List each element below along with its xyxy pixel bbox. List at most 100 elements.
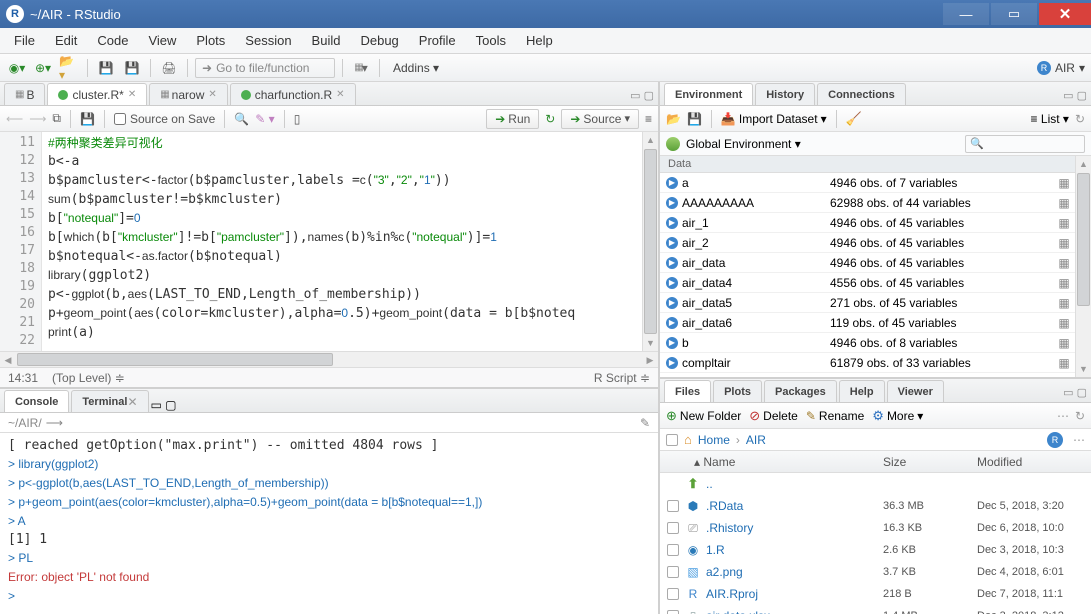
menu-debug[interactable]: Debug: [352, 30, 406, 51]
save-file-icon[interactable]: 💾: [80, 112, 95, 126]
back-icon[interactable]: ⟵: [6, 112, 23, 126]
file-checkbox[interactable]: [667, 544, 679, 556]
load-workspace-icon[interactable]: 📂: [666, 112, 681, 126]
files-tab[interactable]: Viewer: [887, 380, 944, 402]
menu-session[interactable]: Session: [237, 30, 299, 51]
expand-icon[interactable]: ▶: [666, 237, 678, 249]
file-row[interactable]: RAIR.Rproj218 BDec 7, 2018, 11:1: [660, 583, 1091, 605]
save-button[interactable]: 💾: [95, 58, 117, 78]
file-row[interactable]: ⬢.RData36.3 MBDec 5, 2018, 3:20: [660, 495, 1091, 517]
show-in-new-window-icon[interactable]: ⧉: [52, 111, 61, 126]
code-editor[interactable]: 11 12 13 14 15 16 17 18 19 20 21 22 #两种聚…: [0, 132, 658, 351]
new-project-button[interactable]: ⊕▾: [32, 58, 54, 78]
pane-window-controls[interactable]: ▭ ▢: [151, 398, 177, 412]
console-tab[interactable]: Terminal ✕: [71, 390, 148, 412]
files-tab[interactable]: Plots: [713, 380, 762, 402]
view-data-icon[interactable]: ▦: [1053, 256, 1075, 270]
view-data-icon[interactable]: ▦: [1053, 276, 1075, 290]
pane-window-controls[interactable]: ▭ ▢: [1063, 386, 1087, 402]
env-row[interactable]: ▶air_data5271 obs. of 45 variables▦: [660, 293, 1075, 313]
expand-icon[interactable]: ▶: [666, 197, 678, 209]
print-button[interactable]: 🖨: [158, 58, 180, 78]
editor-tab[interactable]: ▦narow✕: [149, 83, 228, 105]
files-tab[interactable]: Help: [839, 380, 885, 402]
pane-window-controls[interactable]: ▭ ▢: [1063, 89, 1087, 105]
code-body[interactable]: #两种聚类差异可视化 b<-a b$pamcluster<-factor(b$p…: [42, 132, 642, 351]
view-data-icon[interactable]: ▦: [1053, 336, 1075, 350]
code-tools-icon[interactable]: ✎ ▾: [255, 112, 274, 126]
find-replace-icon[interactable]: 🔍: [234, 112, 249, 126]
clear-console-icon[interactable]: ✎: [640, 416, 650, 430]
file-row[interactable]: ▯air data.xlsx1.4 MBDec 3, 2018, 3:12: [660, 605, 1091, 614]
close-tab-icon[interactable]: ✕: [208, 89, 216, 100]
close-tab-icon[interactable]: ✕: [336, 89, 344, 100]
source-on-save-check[interactable]: Source on Save: [114, 112, 215, 126]
menu-view[interactable]: View: [140, 30, 184, 51]
forward-icon[interactable]: ⟶: [29, 112, 46, 126]
run-button[interactable]: ➔Run: [486, 109, 539, 129]
expand-icon[interactable]: ▶: [666, 297, 678, 309]
import-dataset-button[interactable]: 📥 Import Dataset ▾: [721, 112, 827, 126]
view-data-icon[interactable]: ▦: [1053, 216, 1075, 230]
go-to-file-input[interactable]: ➜Go to file/function: [195, 58, 335, 78]
browse-dir-icon[interactable]: ⟶: [46, 416, 63, 430]
env-row[interactable]: ▶air_data6119 obs. of 45 variables▦: [660, 313, 1075, 333]
more-files-button[interactable]: ⚙More ▾: [872, 408, 923, 424]
refresh-env-icon[interactable]: ↻: [1075, 112, 1085, 126]
env-row[interactable]: ▶air_24946 obs. of 45 variables▦: [660, 233, 1075, 253]
delete-file-button[interactable]: ⊘Delete: [749, 408, 798, 424]
expand-icon[interactable]: ▶: [666, 317, 678, 329]
file-row[interactable]: ▧a2.png3.7 KBDec 4, 2018, 6:01: [660, 561, 1091, 583]
files-tab[interactable]: Files: [664, 380, 711, 402]
menu-edit[interactable]: Edit: [47, 30, 85, 51]
new-file-button[interactable]: ◉▾: [6, 58, 28, 78]
env-search-input[interactable]: 🔍: [965, 135, 1085, 153]
console-output[interactable]: [ reached getOption("max.print") -- omit…: [0, 433, 658, 614]
env-view-mode[interactable]: ≡ List ▾: [1031, 112, 1069, 126]
save-all-button[interactable]: 💾: [121, 58, 143, 78]
editor-tab[interactable]: ▦B: [4, 83, 45, 105]
save-workspace-icon[interactable]: 💾: [687, 112, 702, 126]
window-close[interactable]: ✕: [1039, 3, 1091, 25]
env-row[interactable]: ▶a4946 obs. of 7 variables▦: [660, 173, 1075, 193]
menu-build[interactable]: Build: [304, 30, 349, 51]
new-folder-button[interactable]: ⊕New Folder: [666, 408, 741, 424]
view-data-icon[interactable]: ▦: [1053, 316, 1075, 330]
env-row[interactable]: ▶air_14946 obs. of 45 variables▦: [660, 213, 1075, 233]
env-row[interactable]: ▶b4946 obs. of 8 variables▦: [660, 333, 1075, 353]
rename-file-button[interactable]: ✎Rename: [806, 409, 864, 423]
outline-icon[interactable]: ≡: [645, 112, 652, 126]
file-row[interactable]: ⬆..: [660, 473, 1091, 495]
file-checkbox[interactable]: [667, 522, 679, 534]
window-maximize[interactable]: ▭: [991, 3, 1037, 25]
file-checkbox[interactable]: [667, 588, 679, 600]
env-row[interactable]: ▶air_data44556 obs. of 45 variables▦: [660, 273, 1075, 293]
view-data-icon[interactable]: ▦: [1053, 356, 1075, 370]
close-tab-icon[interactable]: ✕: [128, 89, 136, 100]
open-file-button[interactable]: 📂▾: [58, 58, 80, 78]
files-tab[interactable]: Packages: [764, 380, 837, 402]
editor-tab[interactable]: charfunction.R✕: [230, 83, 356, 105]
file-row[interactable]: ⎚.Rhistory16.3 KBDec 6, 2018, 10:0: [660, 517, 1091, 539]
menu-plots[interactable]: Plots: [188, 30, 233, 51]
clear-workspace-icon[interactable]: 🧹: [846, 111, 862, 127]
pane-window-controls[interactable]: ▭ ▢: [630, 89, 654, 105]
expand-icon[interactable]: ▶: [666, 177, 678, 189]
env-tab[interactable]: Environment: [664, 83, 753, 105]
menu-file[interactable]: File: [6, 30, 43, 51]
menu-help[interactable]: Help: [518, 30, 561, 51]
crumb-air[interactable]: AIR: [746, 433, 766, 447]
view-data-icon[interactable]: ▦: [1053, 236, 1075, 250]
grid-button[interactable]: ▦ ▾: [350, 58, 372, 78]
env-scope-selector[interactable]: Global Environment ▾: [686, 137, 801, 151]
window-minimize[interactable]: —: [943, 3, 989, 25]
re-run-icon[interactable]: ↻: [545, 112, 555, 126]
addins-menu[interactable]: Addins ▾: [387, 59, 445, 77]
home-icon[interactable]: ⌂: [684, 432, 692, 447]
file-checkbox[interactable]: [667, 610, 679, 614]
editor-horizontal-scrollbar[interactable]: ◀▶: [0, 351, 658, 367]
project-switcher[interactable]: R AIR ▾: [1037, 61, 1085, 75]
select-all-check[interactable]: [666, 434, 678, 446]
file-checkbox[interactable]: [667, 500, 679, 512]
refresh-files-icon[interactable]: ↻: [1075, 409, 1085, 423]
